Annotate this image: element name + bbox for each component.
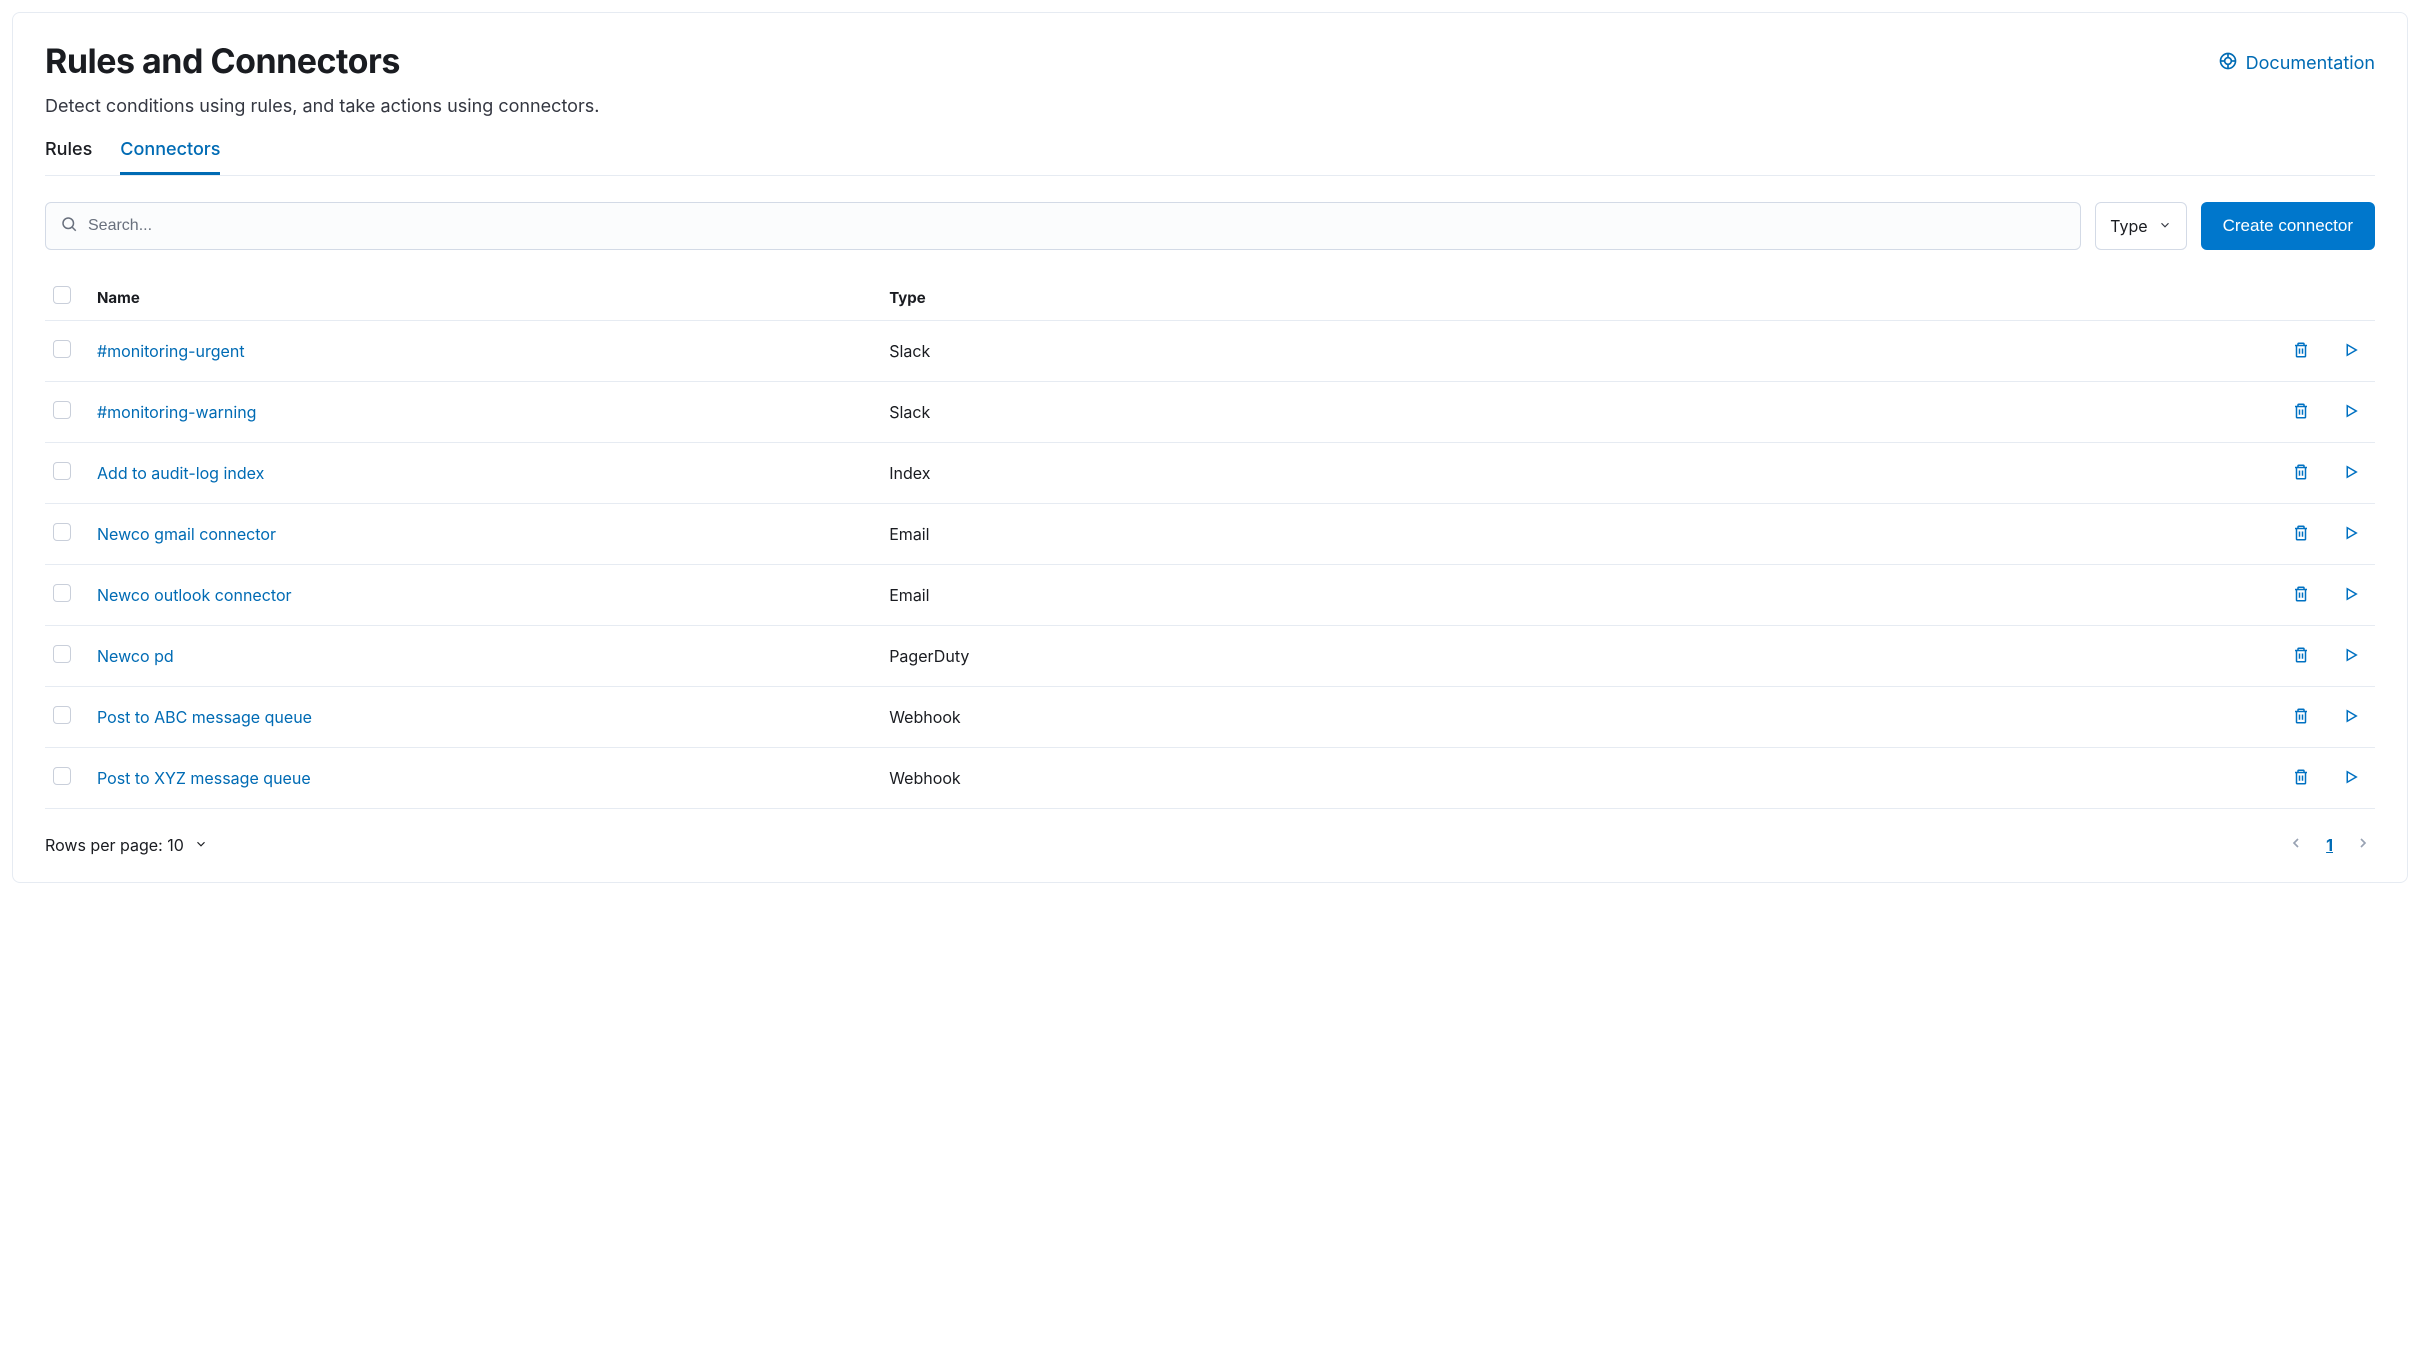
connector-name-link[interactable]: Newco gmail connector [97,524,276,544]
row-checkbox[interactable] [53,462,71,480]
table-row: Newco outlook connector Email [45,565,2375,626]
play-icon [2342,463,2360,484]
trash-icon [2292,646,2310,667]
connector-name-link[interactable]: Post to ABC message queue [97,707,312,727]
connector-name-link[interactable]: Newco pd [97,646,174,666]
connector-type: Index [881,443,2255,504]
play-icon [2342,768,2360,789]
type-filter-label: Type [2110,216,2147,236]
play-icon [2342,585,2360,606]
table-row: Post to ABC message queue Webhook [45,687,2375,748]
column-header-type[interactable]: Type [881,276,2255,321]
chevron-left-icon [2288,835,2304,854]
run-button[interactable] [2335,640,2367,672]
connector-name-link[interactable]: Add to audit-log index [97,463,264,483]
page-header: Rules and Connectors Detect conditions u… [45,41,2375,135]
row-checkbox[interactable] [53,645,71,663]
connector-type: Slack [881,382,2255,443]
pager-current-page[interactable]: 1 [2326,835,2333,855]
pager-next-button[interactable] [2351,831,2375,858]
connector-name-link[interactable]: Newco outlook connector [97,585,292,605]
delete-button[interactable] [2285,640,2317,672]
run-button[interactable] [2335,762,2367,794]
documentation-link[interactable]: Documentation [2218,51,2375,76]
row-checkbox[interactable] [53,523,71,541]
connector-type: Webhook [881,687,2255,748]
delete-button[interactable] [2285,579,2317,611]
connector-type: Email [881,565,2255,626]
delete-button[interactable] [2285,396,2317,428]
rules-connectors-panel: Rules and Connectors Detect conditions u… [12,12,2408,883]
connector-name-link[interactable]: #monitoring-urgent [97,341,245,361]
trash-icon [2292,585,2310,606]
row-checkbox[interactable] [53,706,71,724]
delete-button[interactable] [2285,701,2317,733]
run-button[interactable] [2335,335,2367,367]
run-button[interactable] [2335,518,2367,550]
page-title: Rules and Connectors [45,41,599,82]
search-icon [60,215,78,237]
row-checkbox[interactable] [53,584,71,602]
delete-button[interactable] [2285,335,2317,367]
column-header-name[interactable]: Name [89,276,881,321]
table-row: #monitoring-urgent Slack [45,321,2375,382]
trash-icon [2292,341,2310,362]
trash-icon [2292,524,2310,545]
delete-button[interactable] [2285,518,2317,550]
pagination: 1 [2284,831,2375,858]
connector-name-link[interactable]: Post to XYZ message queue [97,768,311,788]
trash-icon [2292,768,2310,789]
play-icon [2342,646,2360,667]
table-footer: Rows per page: 10 1 [45,831,2375,858]
run-button[interactable] [2335,396,2367,428]
run-button[interactable] [2335,457,2367,489]
table-row: Add to audit-log index Index [45,443,2375,504]
create-connector-button[interactable]: Create connector [2201,202,2375,250]
pager-prev-button[interactable] [2284,831,2308,858]
table-row: #monitoring-warning Slack [45,382,2375,443]
table-row: Newco gmail connector Email [45,504,2375,565]
connector-name-link[interactable]: #monitoring-warning [97,402,256,422]
row-checkbox[interactable] [53,767,71,785]
page-subtitle: Detect conditions using rules, and take … [45,96,599,117]
search-field[interactable] [45,202,2081,250]
toolbar: Type Create connector [45,202,2375,250]
delete-button[interactable] [2285,762,2317,794]
rows-per-page-selector[interactable]: Rows per page: 10 [45,835,208,855]
trash-icon [2292,402,2310,423]
tab-connectors[interactable]: Connectors [120,135,220,175]
table-row: Post to XYZ message queue Webhook [45,748,2375,809]
run-button[interactable] [2335,701,2367,733]
play-icon [2342,341,2360,362]
table-row: Newco pd PagerDuty [45,626,2375,687]
play-icon [2342,707,2360,728]
play-icon [2342,402,2360,423]
search-input[interactable] [78,207,2066,245]
delete-button[interactable] [2285,457,2317,489]
connector-type: PagerDuty [881,626,2255,687]
rows-per-page-label: Rows per page: 10 [45,835,184,855]
play-icon [2342,524,2360,545]
row-checkbox[interactable] [53,340,71,358]
run-button[interactable] [2335,579,2367,611]
row-checkbox[interactable] [53,401,71,419]
select-all-checkbox[interactable] [53,286,71,304]
connector-type: Webhook [881,748,2255,809]
chevron-down-icon [194,835,208,855]
documentation-link-label: Documentation [2246,53,2375,74]
trash-icon [2292,707,2310,728]
help-icon [2218,51,2238,76]
connector-type: Slack [881,321,2255,382]
chevron-right-icon [2355,835,2371,854]
chevron-down-icon [2158,216,2172,236]
tab-rules[interactable]: Rules [45,135,92,175]
type-filter[interactable]: Type [2095,202,2186,250]
tabs: Rules Connectors [45,135,2375,176]
connectors-table: Name Type #monitoring-urgentSlack#monito… [45,276,2375,809]
trash-icon [2292,463,2310,484]
connector-type: Email [881,504,2255,565]
